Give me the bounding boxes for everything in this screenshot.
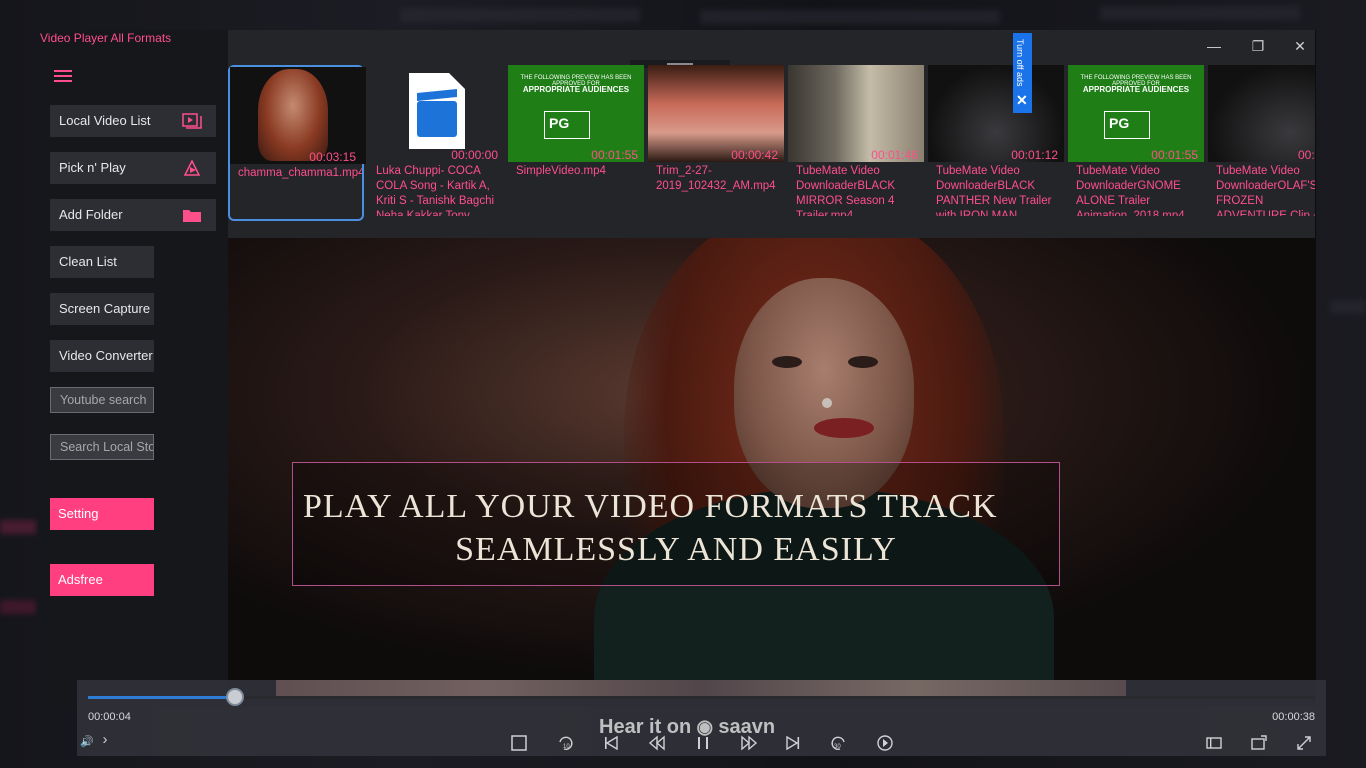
app-title: Video Player All Formats	[40, 31, 172, 45]
forward-30-icon[interactable]: 30	[829, 734, 849, 754]
fullscreen-icon[interactable]	[1294, 734, 1314, 754]
playlist-item[interactable]: 00:01:12 TubeMate Video DownloaderBLACK …	[928, 65, 1064, 221]
video-name: Luka Chuppi- COCA COLA Song - Kartik A, …	[376, 165, 495, 216]
pick-n-play-button[interactable]: Pick n' Play	[50, 152, 216, 184]
pick-n-play-label: Pick n' Play	[59, 160, 126, 175]
add-folder-label: Add Folder	[59, 207, 123, 222]
playlist-item[interactable]: 00:00:42 Trim_2-27-2019_102432_AM.mp4	[648, 65, 784, 221]
screen-capture-label: Screen Capture	[59, 301, 151, 316]
playlist-item[interactable]: THE FOLLOWING PREVIEW HAS BEEN APPROVED …	[1068, 65, 1204, 221]
video-name: SimpleVideo.mp4	[516, 165, 606, 177]
youtube-search-input[interactable]: Youtube search	[50, 387, 154, 413]
video-converter-button[interactable]: Video Converter	[50, 340, 154, 372]
close-window-button[interactable]: ✕	[1292, 38, 1308, 54]
turn-off-ads-tab[interactable]: Turn off ads ✕	[1013, 33, 1032, 113]
close-icon: ✕	[1016, 92, 1028, 108]
current-time: 00:00:04	[88, 711, 131, 723]
compact-view-icon[interactable]	[1204, 734, 1224, 754]
promo-line-1: PLAY ALL YOUR VIDEO FORMATS TRACK	[303, 488, 998, 525]
playlist-item[interactable]: 00:00:00 Luka Chuppi- COCA COLA Song - K…	[368, 65, 504, 221]
pause-icon[interactable]	[693, 734, 713, 754]
next-track-icon[interactable]	[783, 734, 803, 754]
duration-label: 00:01:55	[1151, 148, 1198, 162]
volume-icon[interactable]: 🔊	[77, 732, 97, 752]
adsfree-button[interactable]: Adsfree	[50, 564, 154, 596]
folder-icon	[183, 210, 201, 222]
clean-list-button[interactable]: Clean List	[50, 246, 154, 278]
video-name: Trim_2-27-2019_102432_AM.mp4	[656, 165, 776, 192]
local-video-list-button[interactable]: Local Video List	[50, 105, 216, 137]
duration-label: 00:03:15	[309, 150, 356, 164]
playlist-item[interactable]: 00:03:15 chamma_chamma1.mp4	[228, 65, 366, 221]
previous-track-icon[interactable]	[601, 734, 621, 754]
seek-bar[interactable]	[88, 696, 1315, 699]
video-frame[interactable]	[154, 238, 1315, 680]
playlist-item[interactable]: 00:01:46 TubeMate Video DownloaderBLACK …	[788, 65, 924, 221]
duration-label: 00:01:46	[871, 148, 918, 162]
rewind-10-icon[interactable]: 10	[555, 734, 575, 754]
turn-off-ads-label: Turn off ads	[1015, 39, 1025, 87]
expand-chevron-icon[interactable]: ›	[95, 730, 115, 750]
pick-play-icon	[183, 160, 201, 176]
video-list-icon	[182, 113, 202, 129]
player-controls: 00:00:04 00:00:38 Hear it on ◉ saavn 🔊 ›…	[77, 680, 1326, 756]
duration-label: 00:01:55	[591, 148, 638, 162]
playback-speed-icon[interactable]	[875, 734, 895, 754]
mini-player-icon[interactable]	[1249, 734, 1269, 754]
video-name: TubeMate Video DownloaderBLACK MIRROR Se…	[796, 165, 896, 216]
playlist-item[interactable]: THE FOLLOWING PREVIEW HAS BEEN APPROVED …	[508, 65, 644, 221]
playlist-item[interactable]: 00: TubeMate Video DownloaderOLAF'S FROZ…	[1208, 65, 1315, 221]
video-name: TubeMate Video DownloaderGNOME ALONE Tra…	[1076, 165, 1185, 216]
duration-label: 00:00:42	[731, 148, 778, 162]
fast-forward-icon[interactable]	[739, 734, 759, 754]
local-storage-search-input[interactable]: Search Local Sto	[50, 434, 154, 460]
promo-line-2: SEAMLESSLY AND EASILY	[455, 531, 897, 568]
svg-text:30: 30	[834, 744, 841, 750]
screen-capture-button[interactable]: Screen Capture	[50, 293, 154, 325]
duration-label: 00:00:00	[451, 148, 498, 162]
video-file-icon	[409, 73, 465, 149]
video-name: TubeMate Video DownloaderOLAF'S FROZEN A…	[1216, 165, 1315, 216]
promo-caption: PLAY ALL YOUR VIDEO FORMATS TRACK SEAMLE…	[292, 462, 1060, 586]
video-name: TubeMate Video DownloaderBLACK PANTHER N…	[936, 165, 1052, 216]
video-name: chamma_chamma1.mp4	[238, 167, 362, 179]
video-converter-label: Video Converter	[59, 348, 153, 363]
minimize-button[interactable]: —	[1206, 38, 1222, 54]
duration-label: 00:01:12	[1011, 148, 1058, 162]
add-folder-button[interactable]: Add Folder	[50, 199, 216, 231]
total-time: 00:00:38	[1272, 711, 1315, 723]
stop-button[interactable]	[509, 734, 529, 754]
maximize-button[interactable]: ❐	[1250, 38, 1266, 54]
setting-button[interactable]: Setting	[50, 498, 154, 530]
svg-text:10: 10	[563, 744, 570, 750]
local-video-list-label: Local Video List	[59, 113, 151, 128]
duration-label: 00:	[1298, 148, 1315, 162]
hamburger-menu-icon[interactable]	[54, 70, 72, 82]
fast-rewind-icon[interactable]	[647, 734, 667, 754]
seek-knob[interactable]	[226, 688, 245, 706]
clean-list-label: Clean List	[59, 254, 117, 269]
